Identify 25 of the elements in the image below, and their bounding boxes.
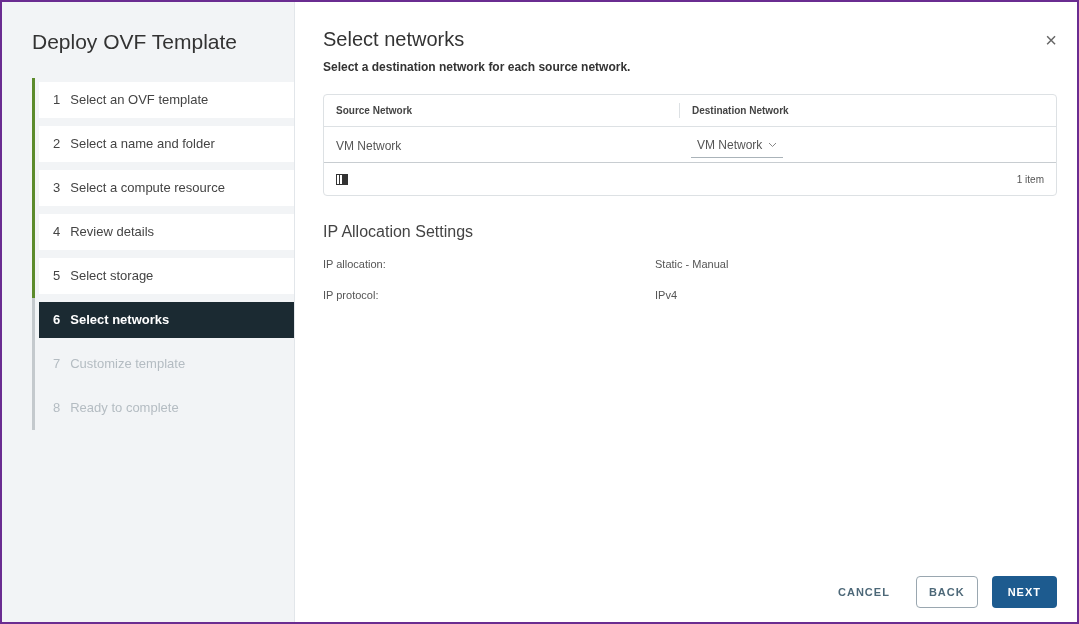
field-label: IP allocation: xyxy=(323,257,387,272)
page-title: Select networks xyxy=(323,27,465,52)
chevron-icon xyxy=(768,142,778,148)
primary-button[interactable]: NEXT xyxy=(991,576,1057,608)
wizard-step[interactable]: 6 Select networks xyxy=(39,301,294,338)
column-header: Destination Network xyxy=(679,103,1034,118)
wizard-step[interactable]: 5 Select storage xyxy=(39,257,294,294)
field-value: IPv4 xyxy=(655,287,677,303)
text-button[interactable]: CANCEL xyxy=(826,576,902,608)
wizard-step[interactable]: 4 Review details xyxy=(39,213,294,250)
wizard-title: Deploy OVF Template xyxy=(32,29,239,55)
wizard-step[interactable]: 3 Select a compute resource xyxy=(39,169,294,206)
field-value: Static - Manual xyxy=(655,257,729,272)
column-toggle-icon[interactable] xyxy=(336,173,348,185)
table-cell: VM Network xyxy=(336,139,402,153)
item-count: 1 item xyxy=(1016,172,1044,187)
column-header: Source Network xyxy=(335,104,414,118)
wizard-step[interactable]: 2 Select a name and folder xyxy=(39,125,294,162)
outline-button[interactable]: BACK xyxy=(915,576,978,608)
page-subtitle: Select a destination network for each source network. xyxy=(323,59,632,76)
field-label: IP protocol: xyxy=(323,287,380,303)
section-title: IP Allocation Settings xyxy=(323,222,475,242)
wizard-step[interactable]: 1 Select an OVF template xyxy=(39,81,294,118)
network-dropdown[interactable]: VM Network xyxy=(691,136,784,158)
close-button[interactable]: × xyxy=(1045,30,1057,50)
